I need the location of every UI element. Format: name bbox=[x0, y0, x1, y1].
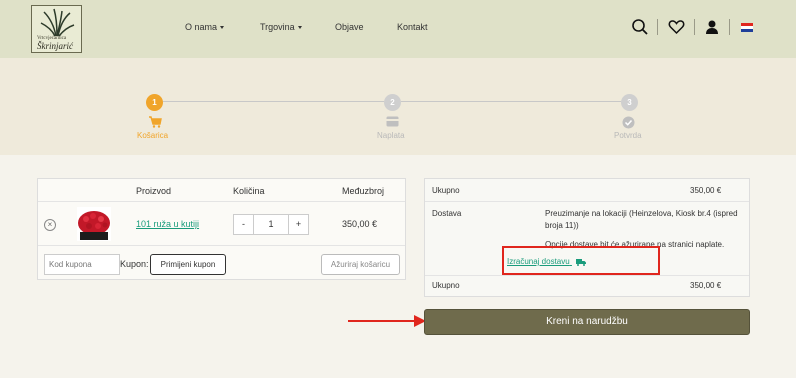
column-header-subtotal: Međuzbroj bbox=[342, 186, 385, 196]
site-header: Vrtcvjećarnica Škrinjarić O nama Trgovin… bbox=[0, 0, 796, 58]
totals-divider bbox=[425, 275, 749, 276]
nav-label: Trgovina bbox=[260, 22, 295, 32]
nav-o-nama[interactable]: O nama bbox=[185, 22, 225, 32]
nav-label: Kontakt bbox=[397, 22, 428, 32]
column-header-quantity: Količina bbox=[233, 186, 265, 196]
caret-down-icon bbox=[297, 26, 302, 30]
shipping-method: Preuzimanje na lokaciji (Heinzelova, Kio… bbox=[545, 209, 738, 230]
shipping-info: Preuzimanje na lokaciji (Heinzelova, Kio… bbox=[545, 208, 745, 251]
step-3-label: Potvrda bbox=[614, 131, 642, 140]
card-icon bbox=[386, 116, 399, 127]
quantity-increase-button[interactable]: + bbox=[288, 215, 308, 234]
apply-coupon-button[interactable]: Primijeni kupon bbox=[150, 254, 226, 275]
step-2-label: Naplata bbox=[377, 131, 405, 140]
subtotal-value: 350,00 € bbox=[690, 186, 722, 195]
step-connector bbox=[401, 101, 621, 102]
total-value: 350,00 € bbox=[690, 281, 722, 290]
logo-name: Škrinjarić bbox=[37, 41, 73, 51]
quantity-stepper: - 1 + bbox=[233, 214, 309, 235]
red-arrow-icon bbox=[348, 315, 426, 327]
header-divider bbox=[657, 19, 658, 35]
totals-divider bbox=[425, 201, 749, 202]
product-thumbnail[interactable] bbox=[77, 207, 111, 241]
item-subtotal: 350,00 € bbox=[342, 219, 378, 229]
caret-down-icon bbox=[220, 26, 225, 30]
cart-totals: Ukupno 350,00 € Dostava Preuzimanje na l… bbox=[424, 178, 750, 297]
search-icon[interactable] bbox=[631, 18, 649, 36]
column-header-product: Proizvod bbox=[136, 186, 172, 196]
nav-label: O nama bbox=[185, 22, 218, 32]
croatian-flag-icon[interactable] bbox=[741, 23, 753, 32]
heart-icon[interactable] bbox=[668, 18, 685, 36]
table-row: × 101 ruža u kutiji - 1 + 350,00 € bbox=[38, 202, 405, 246]
shipping-label: Dostava bbox=[432, 209, 462, 218]
step-connector bbox=[163, 101, 384, 102]
header-divider bbox=[729, 19, 730, 35]
highlight-box bbox=[502, 246, 660, 275]
step-2-number: 2 bbox=[384, 94, 401, 111]
roses-box-image bbox=[77, 207, 111, 241]
cart-table: Proizvod Količina Međuzbroj × 101 ruža u… bbox=[37, 178, 406, 280]
quantity-input[interactable]: 1 bbox=[254, 215, 288, 234]
step-3-number: 3 bbox=[621, 94, 638, 111]
total-label: Ukupno bbox=[432, 281, 460, 290]
coupon-label: Kupon: bbox=[120, 259, 149, 269]
cart-icon bbox=[149, 116, 162, 128]
check-icon bbox=[622, 116, 635, 129]
step-1-number: 1 bbox=[146, 94, 163, 111]
coupon-code-input[interactable]: Kod kupona bbox=[44, 254, 120, 275]
subtotal-label: Ukupno bbox=[432, 186, 460, 195]
cart-table-header: Proizvod Količina Međuzbroj bbox=[38, 179, 405, 202]
header-divider bbox=[694, 19, 695, 35]
quantity-decrease-button[interactable]: - bbox=[234, 215, 254, 234]
nav-trgovina[interactable]: Trgovina bbox=[260, 22, 302, 32]
remove-item-button[interactable]: × bbox=[44, 219, 56, 231]
proceed-to-checkout-button[interactable]: Kreni na narudžbu bbox=[424, 309, 750, 335]
nav-objave[interactable]: Objave bbox=[335, 22, 364, 32]
update-cart-button[interactable]: Ažuriraj košaricu bbox=[321, 254, 400, 275]
product-link[interactable]: 101 ruža u kutiji bbox=[136, 219, 199, 229]
nav-kontakt[interactable]: Kontakt bbox=[397, 22, 428, 32]
coupon-row: Kod kupona Kupon: Primijeni kupon Ažurir… bbox=[38, 247, 405, 280]
nav-label: Objave bbox=[335, 22, 364, 32]
step-1-label: Košarica bbox=[137, 131, 169, 140]
site-logo[interactable]: Vrtcvjećarnica Škrinjarić bbox=[31, 5, 82, 53]
user-icon[interactable] bbox=[705, 18, 719, 36]
